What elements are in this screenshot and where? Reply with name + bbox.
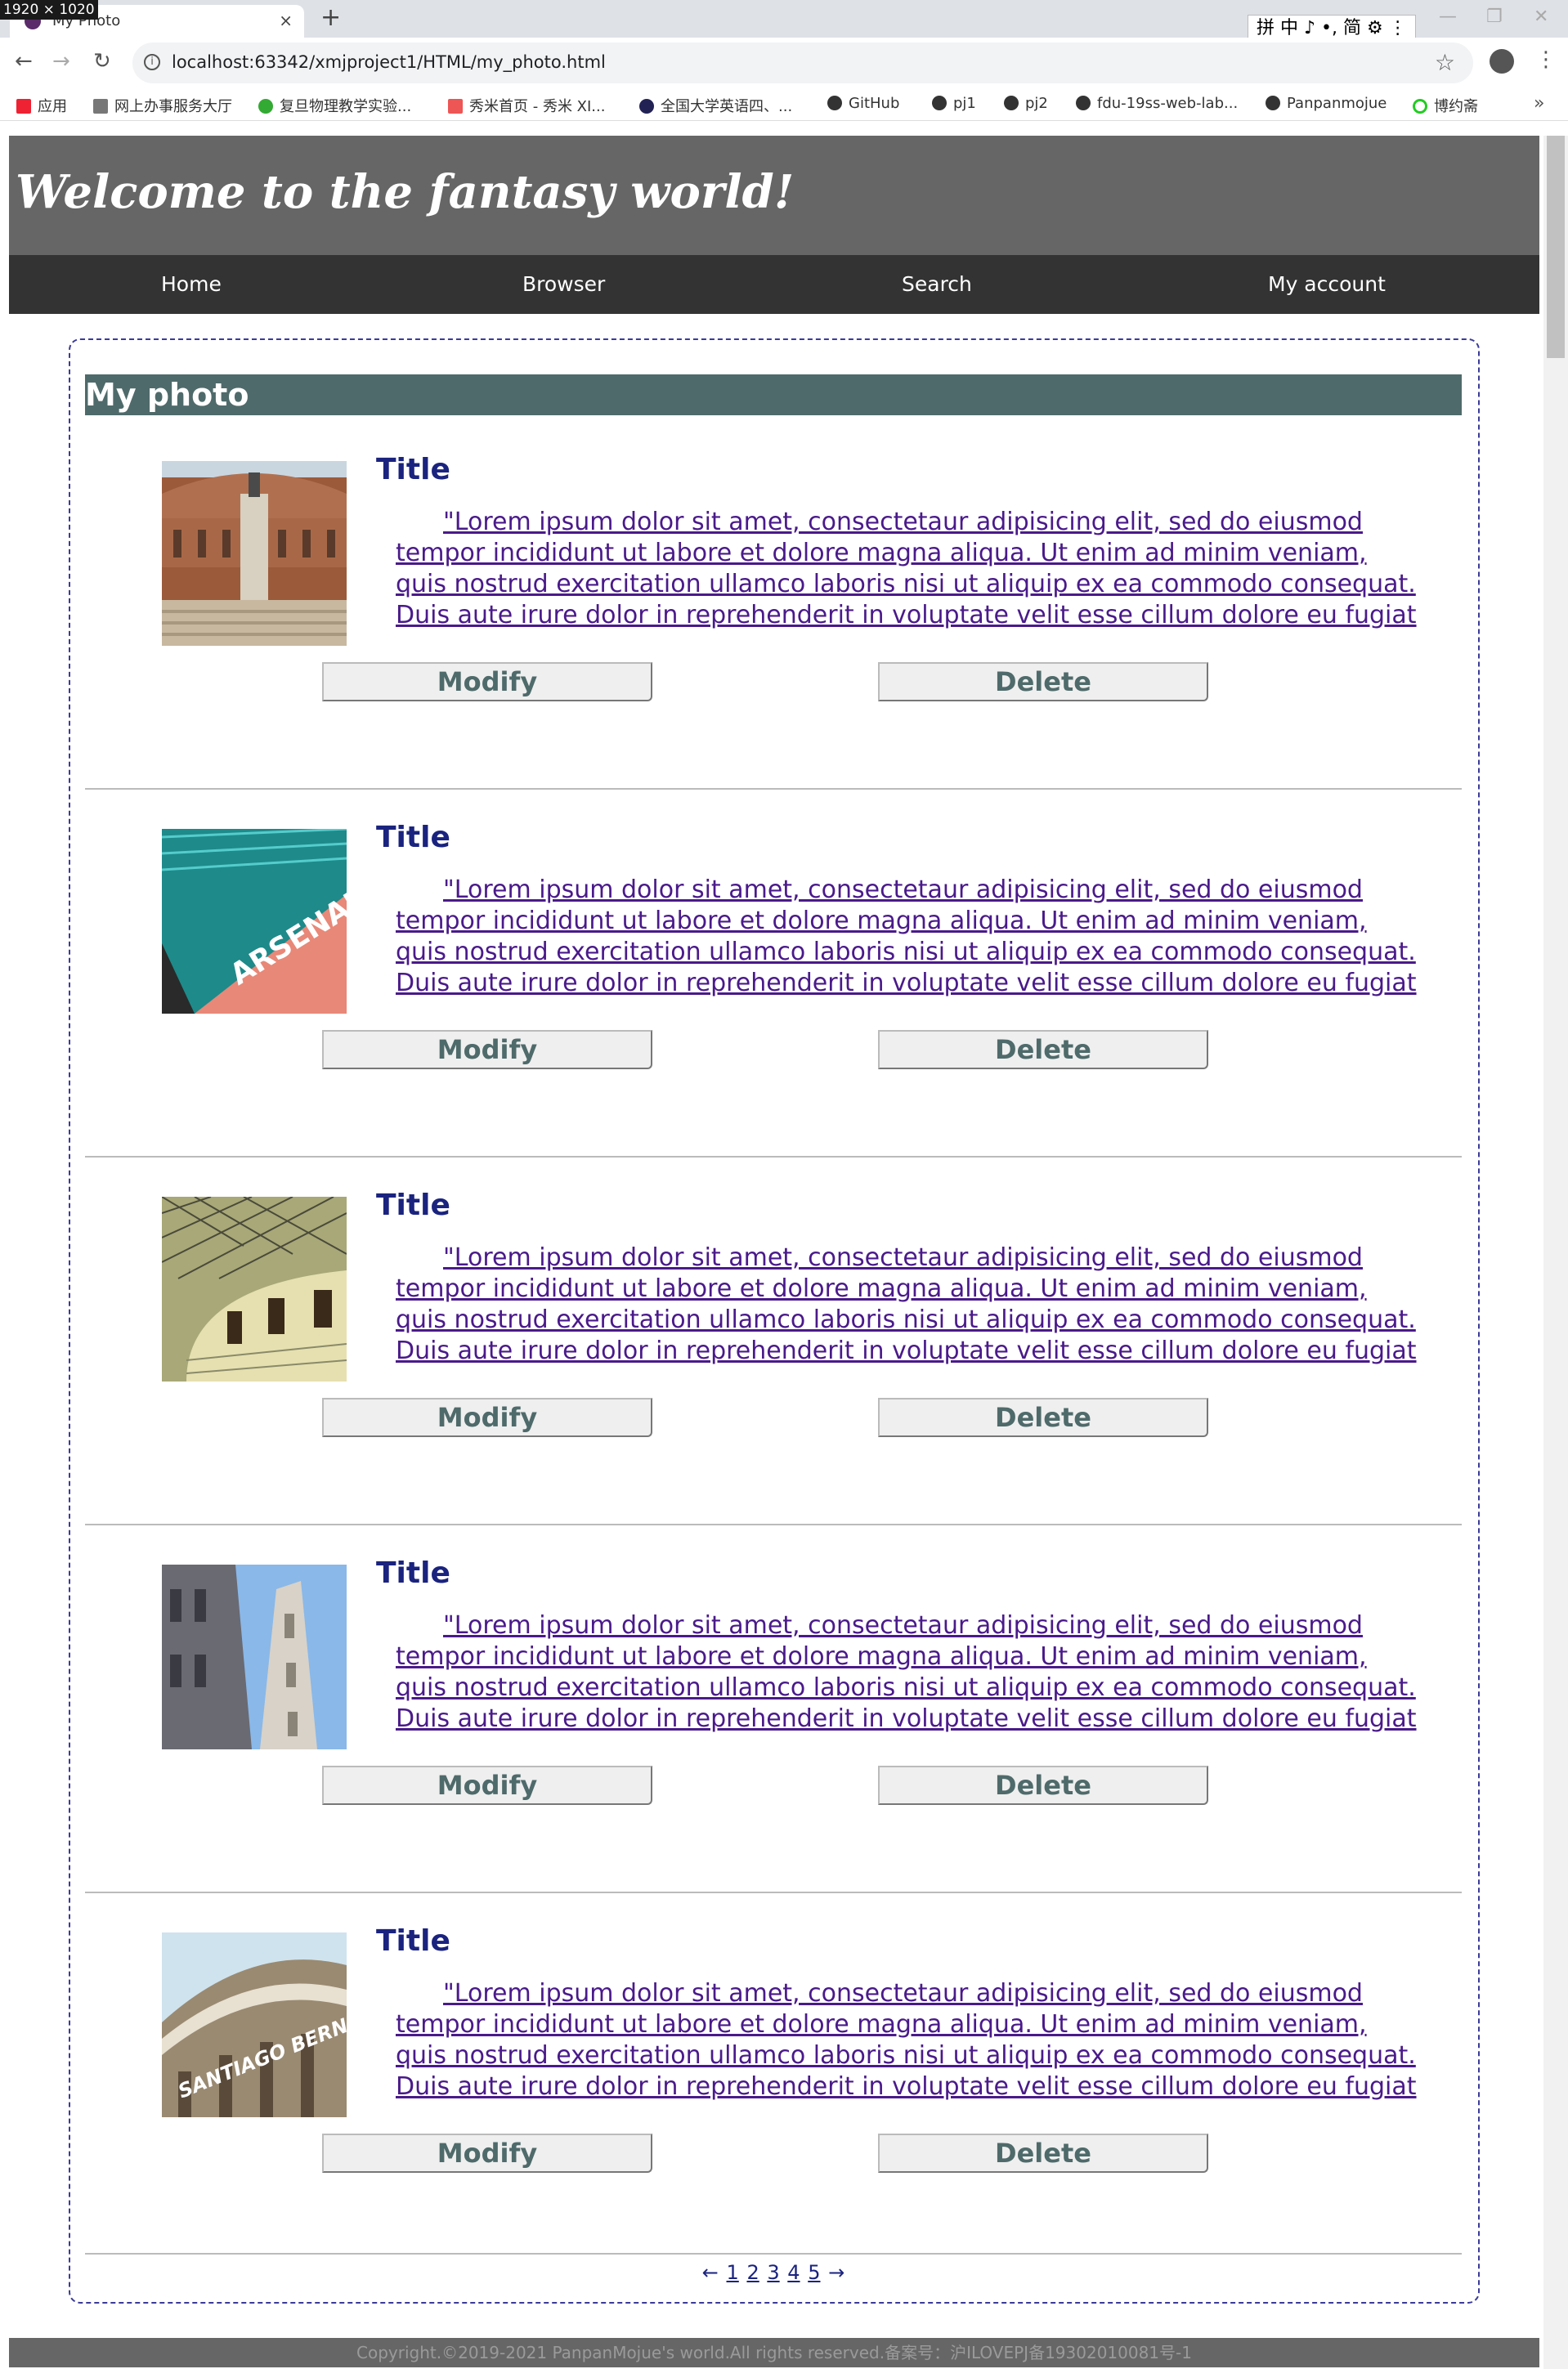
site-footer: Copyright.©2019-2021 PanpanMojue's world… xyxy=(9,2338,1539,2367)
modify-button[interactable]: Modify xyxy=(322,2134,652,2173)
bookmark-item[interactable]: fdu-19ss-web-lab... xyxy=(1076,95,1238,112)
delete-button[interactable]: Delete xyxy=(878,1766,1208,1805)
page-link-3[interactable]: 3 xyxy=(767,2261,779,2284)
delete-button[interactable]: Delete xyxy=(878,2134,1208,2173)
github-icon xyxy=(932,96,947,110)
globe-icon xyxy=(639,99,654,114)
back-icon[interactable]: ← xyxy=(15,49,33,74)
photo-thumbnail-hall[interactable] xyxy=(162,461,347,646)
github-icon xyxy=(1266,96,1280,110)
window-close-icon[interactable]: ✕ xyxy=(1534,7,1548,27)
size-badge: 1920 × 1020 xyxy=(0,0,98,20)
photo-title[interactable]: Title xyxy=(376,1556,450,1590)
bookmark-item[interactable]: 复旦物理教学实验... xyxy=(258,95,411,116)
page-link-1[interactable]: 1 xyxy=(727,2261,739,2284)
main-nav: Home Browser Search My account xyxy=(9,255,1539,314)
nav-my-account[interactable]: My account xyxy=(1268,272,1386,296)
browser-menu-icon[interactable]: ⋮ xyxy=(1535,47,1557,72)
nav-browser[interactable]: Browser xyxy=(522,272,605,296)
modify-button[interactable]: Modify xyxy=(322,1398,652,1437)
photo-title[interactable]: Title xyxy=(376,821,450,854)
modify-button[interactable]: Modify xyxy=(322,662,652,701)
photo-item: ARSENAL Title "Lorem ipsum dolor sit ame… xyxy=(85,790,1462,1158)
delete-button[interactable]: Delete xyxy=(878,662,1208,701)
bookmark-item[interactable]: 网上办事服务大厅 xyxy=(93,95,232,116)
nav-home[interactable]: Home xyxy=(161,272,222,296)
xiumi-icon xyxy=(448,99,463,114)
home-icon xyxy=(93,99,108,114)
address-bar[interactable]: i localhost:63342/xmjproject1/HTML/my_ph… xyxy=(132,43,1473,83)
site-title: Welcome to the fantasy world! xyxy=(16,165,795,219)
new-tab-icon[interactable]: + xyxy=(320,3,341,32)
photo-description[interactable]: "Lorem ipsum dolor sit amet, consectetau… xyxy=(396,507,1418,631)
scrollbar-thumb[interactable] xyxy=(1547,136,1565,358)
forward-icon[interactable]: → xyxy=(52,49,70,74)
minimize-icon[interactable]: — xyxy=(1439,7,1457,27)
photo-description[interactable]: "Lorem ipsum dolor sit amet, consectetau… xyxy=(396,875,1418,999)
delete-button[interactable]: Delete xyxy=(878,1030,1208,1069)
reload-icon[interactable]: ↻ xyxy=(93,49,111,74)
bookmark-item[interactable]: pj2 xyxy=(1004,95,1048,112)
modify-button[interactable]: Modify xyxy=(322,1030,652,1069)
browser-titlebar: My Photo × + 拼 中 ♪ •, 简 ⚙ ⋮ — ❐ ✕ xyxy=(0,0,1568,43)
page-link-4[interactable]: 4 xyxy=(787,2261,800,2284)
page-link-5[interactable]: 5 xyxy=(808,2261,820,2284)
page-title: My photo xyxy=(85,377,249,413)
info-icon[interactable]: i xyxy=(144,54,160,70)
leaf-icon xyxy=(258,99,273,114)
photo-item: Title "Lorem ipsum dolor sit amet, conse… xyxy=(85,1158,1462,1525)
bookmark-item[interactable]: Panpanmojue xyxy=(1266,95,1387,112)
photo-item: Title "Lorem ipsum dolor sit amet, conse… xyxy=(85,1525,1462,1893)
bookmark-item[interactable]: pj1 xyxy=(932,95,976,112)
tab-close-icon[interactable]: × xyxy=(279,11,293,30)
bookmark-apps[interactable]: 应用 xyxy=(16,95,67,116)
github-icon xyxy=(1076,96,1091,110)
page-viewport: Welcome to the fantasy world! Home Brows… xyxy=(0,121,1568,2369)
divider xyxy=(85,2253,1462,2255)
photo-description[interactable]: "Lorem ipsum dolor sit amet, consectetau… xyxy=(396,1978,1418,2103)
url-text[interactable]: localhost:63342/xmjproject1/HTML/my_phot… xyxy=(172,52,606,72)
profile-avatar-icon[interactable] xyxy=(1490,49,1514,74)
photo-title[interactable]: Title xyxy=(376,1924,450,1958)
bookmark-star-icon[interactable]: ☆ xyxy=(1435,49,1455,76)
photo-item: SANTIAGO BERNA Title "Lorem ipsum dolor … xyxy=(85,1893,1462,2261)
scrollbar[interactable] xyxy=(1543,136,1568,2369)
photo-thumbnail-museum[interactable] xyxy=(162,1197,347,1382)
restore-icon[interactable]: ❐ xyxy=(1486,7,1503,27)
page-link-2[interactable]: 2 xyxy=(746,2261,759,2284)
photo-thumbnail-arsenal[interactable]: ARSENAL xyxy=(162,829,347,1014)
section-heading: My photo xyxy=(85,374,1462,415)
site-header: Welcome to the fantasy world! xyxy=(9,136,1539,255)
nav-search[interactable]: Search xyxy=(902,272,972,296)
next-page-icon[interactable]: → xyxy=(828,2261,844,2284)
photo-title[interactable]: Title xyxy=(376,1189,450,1222)
photo-thumbnail-cathedral[interactable] xyxy=(162,1565,347,1749)
photo-description[interactable]: "Lorem ipsum dolor sit amet, consectetau… xyxy=(396,1243,1418,1367)
bookmarks-bar: 应用 网上办事服务大厅 复旦物理教学实验... 秀米首页 - 秀米 XI... … xyxy=(0,88,1568,121)
bookmark-item[interactable]: 博约斋 xyxy=(1413,95,1478,116)
modify-button[interactable]: Modify xyxy=(322,1766,652,1805)
bookmarks-more-icon[interactable]: » xyxy=(1534,93,1544,114)
delete-button[interactable]: Delete xyxy=(878,1398,1208,1437)
pagination: ← 1 2 3 4 5 → xyxy=(85,2261,1462,2294)
photo-title[interactable]: Title xyxy=(376,453,450,486)
bookmark-item[interactable]: 全国大学英语四、... xyxy=(639,95,792,116)
github-icon xyxy=(1004,96,1019,110)
footer-copyright: Copyright.©2019-2021 PanpanMojue's world… xyxy=(356,2343,1192,2362)
recycle-icon xyxy=(1413,99,1427,114)
photo-thumbnail-stadium[interactable]: SANTIAGO BERNA xyxy=(162,1932,347,2117)
bookmark-item[interactable]: GitHub xyxy=(827,95,899,112)
prev-page-icon[interactable]: ← xyxy=(702,2261,719,2284)
bookmark-item[interactable]: 秀米首页 - 秀米 XI... xyxy=(448,95,605,116)
apps-icon xyxy=(16,99,31,114)
photo-description[interactable]: "Lorem ipsum dolor sit amet, consectetau… xyxy=(396,1610,1418,1735)
github-icon xyxy=(827,96,842,110)
photo-item: Title "Lorem ipsum dolor sit amet, conse… xyxy=(85,422,1462,790)
